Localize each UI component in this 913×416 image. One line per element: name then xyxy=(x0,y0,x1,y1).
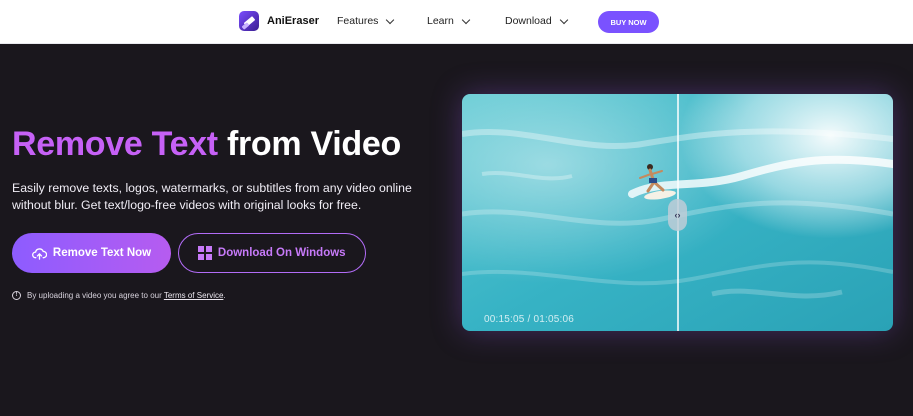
info-icon: ! xyxy=(12,291,21,300)
nav-learn-label: Learn xyxy=(427,15,454,27)
notice-prefix: By uploading a video you agree to our xyxy=(27,291,164,300)
nav-download-label: Download xyxy=(505,15,552,27)
remove-text-now-label: Remove Text Now xyxy=(52,247,152,259)
windows-icon xyxy=(198,246,212,260)
terms-of-service-link[interactable]: Terms of Service xyxy=(164,291,224,300)
chevron-down-icon xyxy=(559,15,568,24)
page-title: Remove Text from Video xyxy=(12,125,401,164)
nav-download[interactable]: Download xyxy=(505,15,568,27)
brand[interactable]: AniEraser xyxy=(239,11,319,31)
nav-features-label: Features xyxy=(337,15,379,27)
nav-features[interactable]: Features xyxy=(337,15,395,27)
nav-learn[interactable]: Learn xyxy=(427,15,471,27)
chevron-down-icon xyxy=(386,15,395,24)
brand-name: AniEraser xyxy=(267,15,319,27)
top-nav: AniEraser Features Learn Download BUY NO… xyxy=(0,0,913,44)
aniEraser-logo-icon xyxy=(239,11,259,31)
compare-slider-handle[interactable]: ‹› xyxy=(668,199,687,231)
title-rest: from Video xyxy=(217,125,401,163)
chevron-down-icon xyxy=(461,15,471,24)
buy-now-button[interactable]: BUY NOW xyxy=(598,11,659,33)
remove-text-now-button[interactable]: Remove Text Now xyxy=(12,233,171,273)
notice-text: By uploading a video you agree to our Te… xyxy=(27,291,226,300)
download-on-windows-label: Download On Windows xyxy=(217,247,346,259)
hero-description: Easily remove texts, logos, watermarks, … xyxy=(12,181,412,212)
download-on-windows-button[interactable]: Download On Windows xyxy=(178,233,366,273)
notice-suffix: . xyxy=(223,291,226,300)
cloud-upload-icon xyxy=(31,247,47,260)
video-timecode: 00:15:05 / 01:05:06 xyxy=(484,314,574,325)
terms-notice: ! By uploading a video you agree to our … xyxy=(12,291,226,300)
title-accent: Remove Text xyxy=(12,125,218,163)
